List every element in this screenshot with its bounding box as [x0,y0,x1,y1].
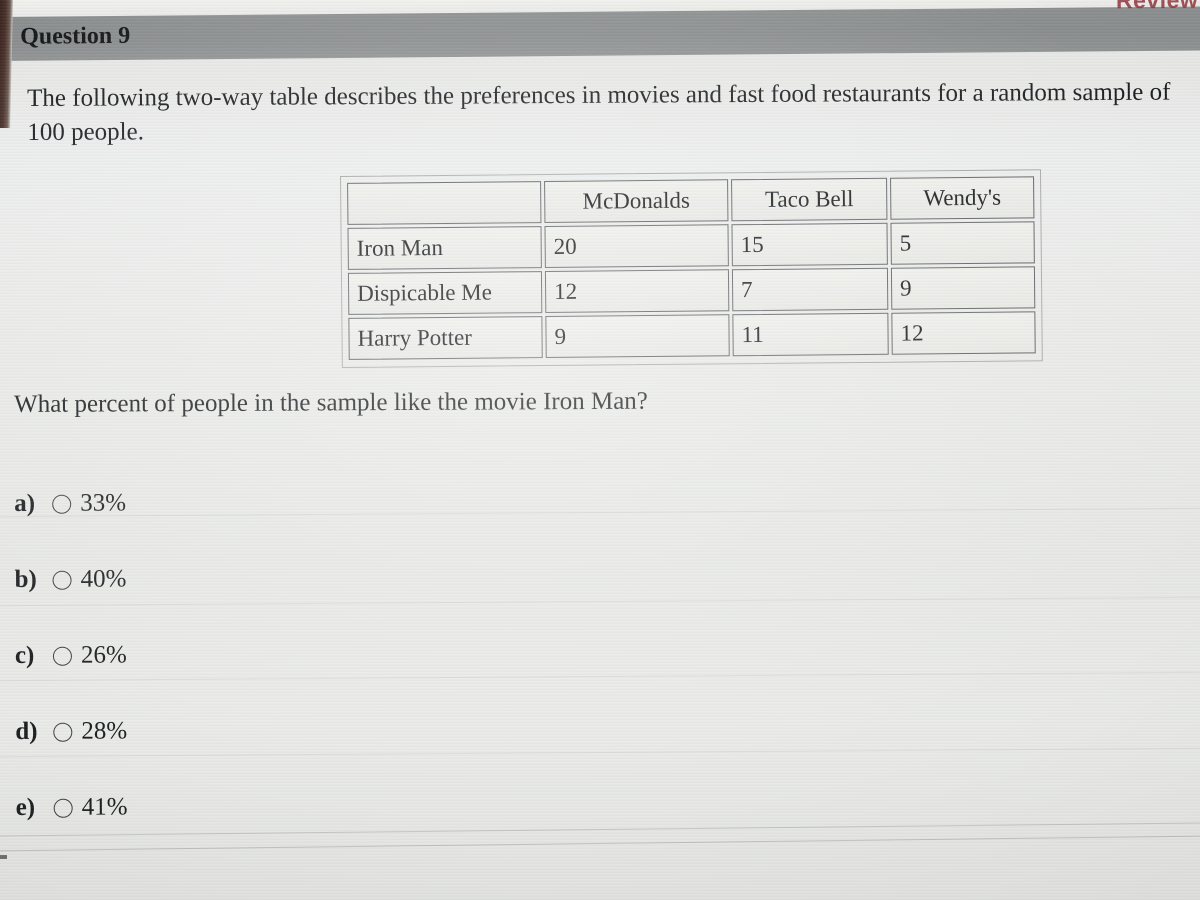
option-label-a: 33% [80,489,127,517]
question-header-bar: Question 9 [0,6,1200,61]
two-way-table-container: McDonalds Taco Bell Wendy's Iron Man 20 … [340,169,1043,368]
screen-band-line [0,747,1200,758]
cell-iron-man-taco-bell: 15 [731,222,888,267]
radio-button-d-icon[interactable] [53,722,73,742]
table-row: Harry Potter 9 11 12 [348,311,1036,360]
sub-question-text: What percent of people in the sample lik… [14,387,648,418]
option-letter-a: a) [14,489,36,517]
option-letter-e: e) [15,793,36,821]
screen-band-line [0,671,1200,682]
answer-options-list: a) 33% b) 40% c) 26% d) 28% e) 41% [14,465,128,846]
answer-option-b[interactable]: b) 40% [14,541,126,618]
answer-option-c[interactable]: c) 26% [15,617,127,694]
two-way-table: McDonalds Taco Bell Wendy's Iron Man 20 … [344,173,1039,363]
review-label[interactable]: Review [1116,0,1198,14]
cell-dispicable-me-wendys: 9 [890,266,1036,310]
cell-harry-potter-wendys: 12 [891,311,1036,355]
table-row: Dispicable Me 12 7 9 [347,266,1036,315]
cell-dispicable-me-taco-bell: 7 [731,267,889,312]
option-label-e: 41% [81,793,128,821]
page-divider-line [0,835,1200,852]
question-stem: The following two-way table describes th… [27,78,1171,146]
table-row: Iron Man 20 15 5 [347,221,1035,270]
radio-button-a-icon[interactable] [52,494,72,514]
option-letter-b: b) [14,565,37,593]
table-corner-cell [347,181,542,225]
screen-band-line [0,596,1200,607]
option-label-b: 40% [80,565,127,593]
screen-band-line [0,507,1200,518]
table-row-header-iron-man: Iron Man [347,226,542,270]
option-label-c: 26% [80,641,127,669]
cell-harry-potter-mcdonalds: 9 [545,314,730,359]
radio-button-b-icon[interactable] [52,570,72,590]
option-letter-d: d) [15,717,38,745]
answer-option-e[interactable]: e) 41% [15,769,128,846]
screen-bezel-edge [0,0,13,128]
table-column-header-wendys: Wendy's [890,176,1035,220]
table-column-header-taco-bell: Taco Bell [731,177,888,222]
page-divider-line [0,822,1200,837]
answer-option-d[interactable]: d) 28% [15,693,127,770]
cell-iron-man-wendys: 5 [890,221,1035,265]
answer-option-a[interactable]: a) 33% [14,465,126,542]
table-row-header-harry-potter: Harry Potter [348,316,543,360]
table-column-header-mcdonalds: McDonalds [544,179,729,224]
table-row-header-dispicable-me: Dispicable Me [347,271,543,315]
table-header-row: McDonalds Taco Bell Wendy's [347,176,1035,225]
screen-edge-tick [0,855,7,859]
question-number-title: Question 9 [20,22,131,50]
option-letter-c: c) [14,641,35,669]
cell-dispicable-me-mcdonalds: 12 [544,269,730,314]
radio-button-e-icon[interactable] [53,798,73,818]
quiz-screen: Review Question 9 The following two-way … [0,0,1200,900]
option-label-d: 28% [81,717,128,745]
radio-button-c-icon[interactable] [52,646,72,666]
cell-iron-man-mcdonalds: 20 [544,224,729,269]
cell-harry-potter-taco-bell: 11 [732,312,889,357]
